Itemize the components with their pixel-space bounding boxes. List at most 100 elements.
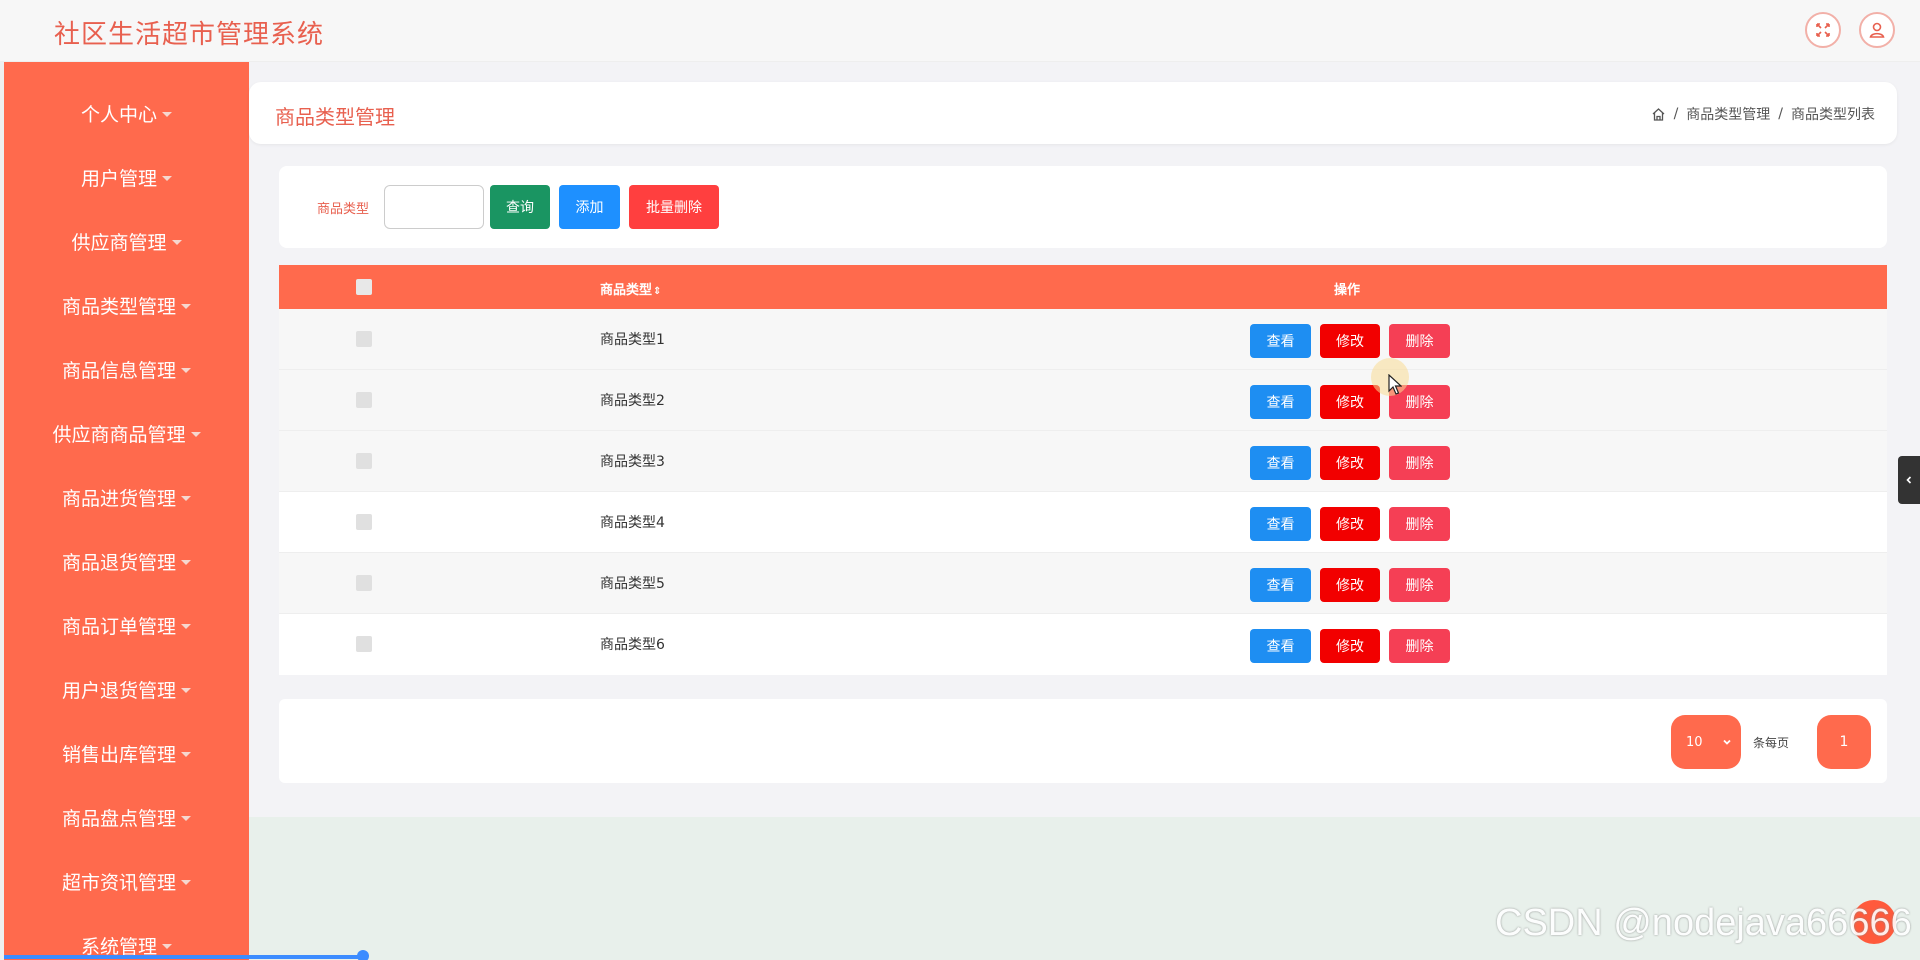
row-type-name: 商品类型3 bbox=[600, 454, 665, 470]
view-button[interactable]: 查看 bbox=[1250, 446, 1311, 480]
fullscreen-button[interactable] bbox=[1805, 12, 1841, 48]
row-checkbox[interactable] bbox=[356, 331, 372, 347]
breadcrumb-item-type-list: 商品类型列表 bbox=[1791, 107, 1875, 123]
sidebar-item-label: 商品退货管理 bbox=[61, 551, 176, 574]
per-page-label: 条每页 bbox=[1753, 736, 1790, 750]
caret-down-icon bbox=[190, 431, 201, 437]
sidebar-item-supplier-management[interactable]: 供应商管理 bbox=[4, 221, 249, 261]
column-header-type[interactable]: 商品类型⇕ bbox=[600, 279, 661, 298]
home-icon[interactable] bbox=[1651, 107, 1666, 122]
column-header-type-label: 商品类型 bbox=[600, 283, 653, 298]
row-checkbox[interactable] bbox=[356, 636, 372, 652]
table-row: 商品类型2 查看 修改 删除 bbox=[279, 370, 1887, 431]
delete-button[interactable]: 删除 bbox=[1389, 568, 1450, 602]
watermark: CSDN @nodejava66666 bbox=[1495, 902, 1912, 944]
sidebar-item-personal-center[interactable]: 个人中心 bbox=[4, 93, 249, 133]
delete-button[interactable]: 删除 bbox=[1389, 507, 1450, 541]
table-header: 商品类型⇕ 操作 bbox=[279, 265, 1887, 309]
edit-button[interactable]: 修改 bbox=[1320, 568, 1380, 602]
page-header-card: 商品类型管理 / 商品类型管理 / 商品类型列表 bbox=[249, 82, 1897, 144]
horizontal-scrollbar[interactable] bbox=[4, 955, 364, 959]
page-title: 商品类型管理 bbox=[275, 105, 395, 129]
sidebar-item-user-management[interactable]: 用户管理 bbox=[4, 157, 249, 197]
edit-button[interactable]: 修改 bbox=[1320, 385, 1380, 419]
row-type-name: 商品类型1 bbox=[600, 332, 665, 348]
chevron-down-icon bbox=[1723, 739, 1731, 745]
sidebar-item-label: 用户管理 bbox=[80, 167, 157, 190]
table-row: 商品类型3 查看 修改 删除 bbox=[279, 431, 1887, 492]
edit-button[interactable]: 修改 bbox=[1320, 324, 1380, 358]
pagination: 10 条每页 1 bbox=[279, 699, 1887, 783]
search-form: 商品类型 查询 添加 批量删除 bbox=[279, 166, 1887, 248]
sidebar-item-label: 超市资讯管理 bbox=[61, 871, 176, 894]
page-number-button[interactable]: 1 bbox=[1817, 715, 1871, 769]
product-type-search-input[interactable] bbox=[384, 185, 484, 229]
delete-button[interactable]: 删除 bbox=[1389, 629, 1450, 663]
user-menu-button[interactable] bbox=[1859, 12, 1895, 48]
sidebar-item-sales-outbound-management[interactable]: 销售出库管理 bbox=[4, 733, 249, 773]
sidebar-item-label: 商品订单管理 bbox=[61, 615, 176, 638]
scrollbar-handle[interactable] bbox=[357, 950, 369, 960]
sidebar-item-order-management[interactable]: 商品订单管理 bbox=[4, 605, 249, 645]
sidebar-item-label: 供应商商品管理 bbox=[52, 423, 186, 446]
edit-button[interactable]: 修改 bbox=[1320, 446, 1380, 480]
delete-button[interactable]: 删除 bbox=[1389, 446, 1450, 480]
user-icon bbox=[1869, 22, 1885, 38]
table-row: 商品类型1 查看 修改 删除 bbox=[279, 309, 1887, 370]
sidebar-item-purchase-management[interactable]: 商品进货管理 bbox=[4, 477, 249, 517]
add-button[interactable]: 添加 bbox=[559, 185, 620, 229]
sidebar-item-label: 商品盘点管理 bbox=[61, 807, 176, 830]
sidebar-item-product-type-management[interactable]: 商品类型管理 bbox=[4, 285, 249, 325]
row-checkbox[interactable] bbox=[356, 575, 372, 591]
view-button[interactable]: 查看 bbox=[1250, 385, 1311, 419]
sidebar-item-supplier-product-management[interactable]: 供应商商品管理 bbox=[4, 413, 249, 453]
sidebar-item-product-info-management[interactable]: 商品信息管理 bbox=[4, 349, 249, 389]
view-button[interactable]: 查看 bbox=[1250, 568, 1311, 602]
row-checkbox[interactable] bbox=[356, 453, 372, 469]
caret-down-icon bbox=[181, 495, 191, 501]
product-type-table: 商品类型⇕ 操作 商品类型1 查看 修改 删除 商品类型2 查看 修改 删除 商… bbox=[279, 265, 1887, 675]
sidebar-item-label: 用户退货管理 bbox=[61, 679, 176, 702]
table-row: 商品类型5 查看 修改 删除 bbox=[279, 553, 1887, 614]
row-type-name: 商品类型2 bbox=[600, 393, 665, 409]
sidebar: 个人中心 用户管理 供应商管理 商品类型管理 商品信息管理 供应商商品管理 商品… bbox=[4, 62, 249, 960]
fullscreen-icon bbox=[1816, 23, 1830, 37]
query-button[interactable]: 查询 bbox=[490, 185, 550, 229]
column-header-actions: 操作 bbox=[1334, 283, 1361, 298]
delete-button[interactable]: 删除 bbox=[1389, 324, 1450, 358]
caret-down-icon bbox=[181, 751, 191, 757]
row-checkbox[interactable] bbox=[356, 514, 372, 530]
caret-down-icon bbox=[181, 623, 191, 629]
view-button[interactable]: 查看 bbox=[1250, 324, 1311, 358]
edit-button[interactable]: 修改 bbox=[1320, 507, 1380, 541]
view-button[interactable]: 查看 bbox=[1250, 507, 1311, 541]
sidebar-item-label: 商品类型管理 bbox=[61, 295, 176, 318]
sidebar-item-label: 供应商管理 bbox=[71, 231, 167, 254]
top-header: 社区生活超市管理系统 bbox=[0, 0, 1920, 62]
edit-button[interactable]: 修改 bbox=[1320, 629, 1380, 663]
view-button[interactable]: 查看 bbox=[1250, 629, 1311, 663]
caret-down-icon bbox=[181, 303, 191, 309]
sidebar-item-product-return-management[interactable]: 商品退货管理 bbox=[4, 541, 249, 581]
select-all-checkbox[interactable] bbox=[356, 279, 372, 295]
table-row: 商品类型6 查看 修改 删除 bbox=[279, 614, 1887, 675]
row-type-name: 商品类型4 bbox=[600, 515, 665, 531]
sidebar-item-user-return-management[interactable]: 用户退货管理 bbox=[4, 669, 249, 709]
batch-delete-button[interactable]: 批量删除 bbox=[629, 185, 719, 229]
sidebar-item-news-management[interactable]: 超市资讯管理 bbox=[4, 861, 249, 901]
sidebar-item-label: 商品进货管理 bbox=[61, 487, 176, 510]
page-size-select[interactable]: 10 bbox=[1671, 715, 1741, 769]
main-content: 商品类型管理 / 商品类型管理 / 商品类型列表 商品类型 查询 添加 批量删除… bbox=[249, 62, 1920, 960]
breadcrumb: / 商品类型管理 / 商品类型列表 bbox=[1651, 104, 1875, 124]
caret-down-icon bbox=[181, 815, 191, 821]
main-panel: 商品类型管理 / 商品类型管理 / 商品类型列表 商品类型 查询 添加 批量删除… bbox=[249, 62, 1920, 817]
breadcrumb-item-type-management[interactable]: 商品类型管理 bbox=[1686, 104, 1770, 124]
sort-icon: ⇕ bbox=[653, 286, 662, 297]
row-type-name: 商品类型5 bbox=[600, 576, 665, 592]
row-checkbox[interactable] bbox=[356, 392, 372, 408]
app-title: 社区生活超市管理系统 bbox=[54, 20, 325, 50]
sidebar-item-label: 个人中心 bbox=[80, 103, 157, 126]
sidebar-item-inventory-check-management[interactable]: 商品盘点管理 bbox=[4, 797, 249, 837]
row-type-name: 商品类型6 bbox=[600, 637, 665, 653]
side-panel-toggle[interactable] bbox=[1898, 456, 1920, 504]
